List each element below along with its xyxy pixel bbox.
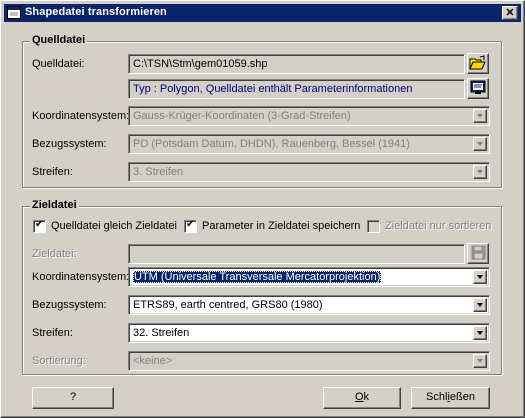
target-coord-value: UTM (Universale Transversale Mercatorpro… [133,271,382,283]
ok-hotkey: O [354,391,364,403]
source-file-label: Quelldatei: [32,58,85,70]
source-group-title: Quelldatei [30,34,88,46]
window-title: Shapedatei transformieren [25,6,167,18]
target-sort-label: Sortierung: [32,355,86,367]
window-icon [7,6,21,19]
help-button[interactable]: ? [32,387,114,409]
title-bar: Shapedatei transformieren ✕ [4,4,521,22]
chevron-down-icon [473,137,487,151]
target-datum-value: ETRS89, earth centred, GRS80 (1980) [133,299,323,311]
source-datum-select[interactable]: PD (Potsdam Datum, DHDN), Rauenberg, Bes… [128,134,490,154]
chevron-down-icon[interactable] [473,326,487,340]
target-coord-label: Koordinatensystem: [32,271,130,283]
target-strip-value: 32. Streifen [133,327,190,339]
source-strip-select[interactable]: 3. Streifen [128,162,490,182]
target-sort-value: <keine> [133,355,173,367]
target-strip-label: Streifen: [32,327,73,339]
sort-only-checkbox[interactable] [367,220,380,233]
chevron-down-icon [473,165,487,179]
close-label-pre: Schl [426,391,448,403]
chevron-down-icon [473,354,487,368]
save-params-checkbox[interactable] [184,219,197,233]
close-window-button[interactable]: ✕ [502,6,518,20]
sort-only-label[interactable]: Zieldatei nur sortieren [385,220,491,232]
open-file-button[interactable] [467,53,489,74]
same-file-label[interactable]: Quelldatei gleich Zieldatei [51,220,177,232]
chevron-down-icon[interactable] [473,298,487,312]
close-label-rest: eßen [449,391,475,403]
monitor-info-icon [470,80,486,94]
save-params-label[interactable]: Parameter in Zieldatei speichern [202,220,360,232]
target-coord-select[interactable]: UTM (Universale Transversale Mercatorpro… [128,267,490,287]
close-button[interactable]: Schließen [411,387,490,409]
source-strip-value: 3. Streifen [133,166,184,178]
dialog-window: Shapedatei transformieren ✕ Quelldatei Q… [0,0,525,418]
source-info-field: Typ : Polygon, Quelldatei enthält Parame… [128,79,465,99]
chevron-down-icon[interactable] [473,270,487,284]
source-datum-value: PD (Potsdam Datum, DHDN), Rauenberg, Bes… [133,138,410,150]
floppy-disk-icon [471,245,486,260]
chevron-down-icon [473,109,487,123]
source-datum-label: Bezugssystem: [32,138,107,150]
target-file-field[interactable] [128,244,465,264]
target-datum-select[interactable]: ETRS89, earth centred, GRS80 (1980) [128,295,490,315]
save-file-button[interactable] [467,243,489,264]
target-datum-label: Bezugssystem: [32,299,107,311]
source-strip-label: Streifen: [32,166,73,178]
target-group-title: Zieldatei [30,199,79,211]
target-sort-select[interactable]: <keine> [128,351,490,371]
folder-open-icon [469,55,486,70]
target-file-label: Zieldatei: [32,248,77,260]
same-file-checkbox[interactable] [33,219,46,233]
ok-button[interactable]: Ok [323,387,401,409]
source-file-field[interactable]: C:\TSN\Stm\gem01059.shp [128,54,465,74]
ok-label-rest: k [363,391,370,403]
info-button[interactable] [467,78,489,99]
source-coord-select[interactable]: Gauss-Krüger-Koordinaten (3-Grad-Streife… [128,106,490,126]
source-coord-label: Koordinatensystem: [32,110,130,122]
source-coord-value: Gauss-Krüger-Koordinaten (3-Grad-Streife… [133,110,351,122]
target-strip-select[interactable]: 32. Streifen [128,323,490,343]
